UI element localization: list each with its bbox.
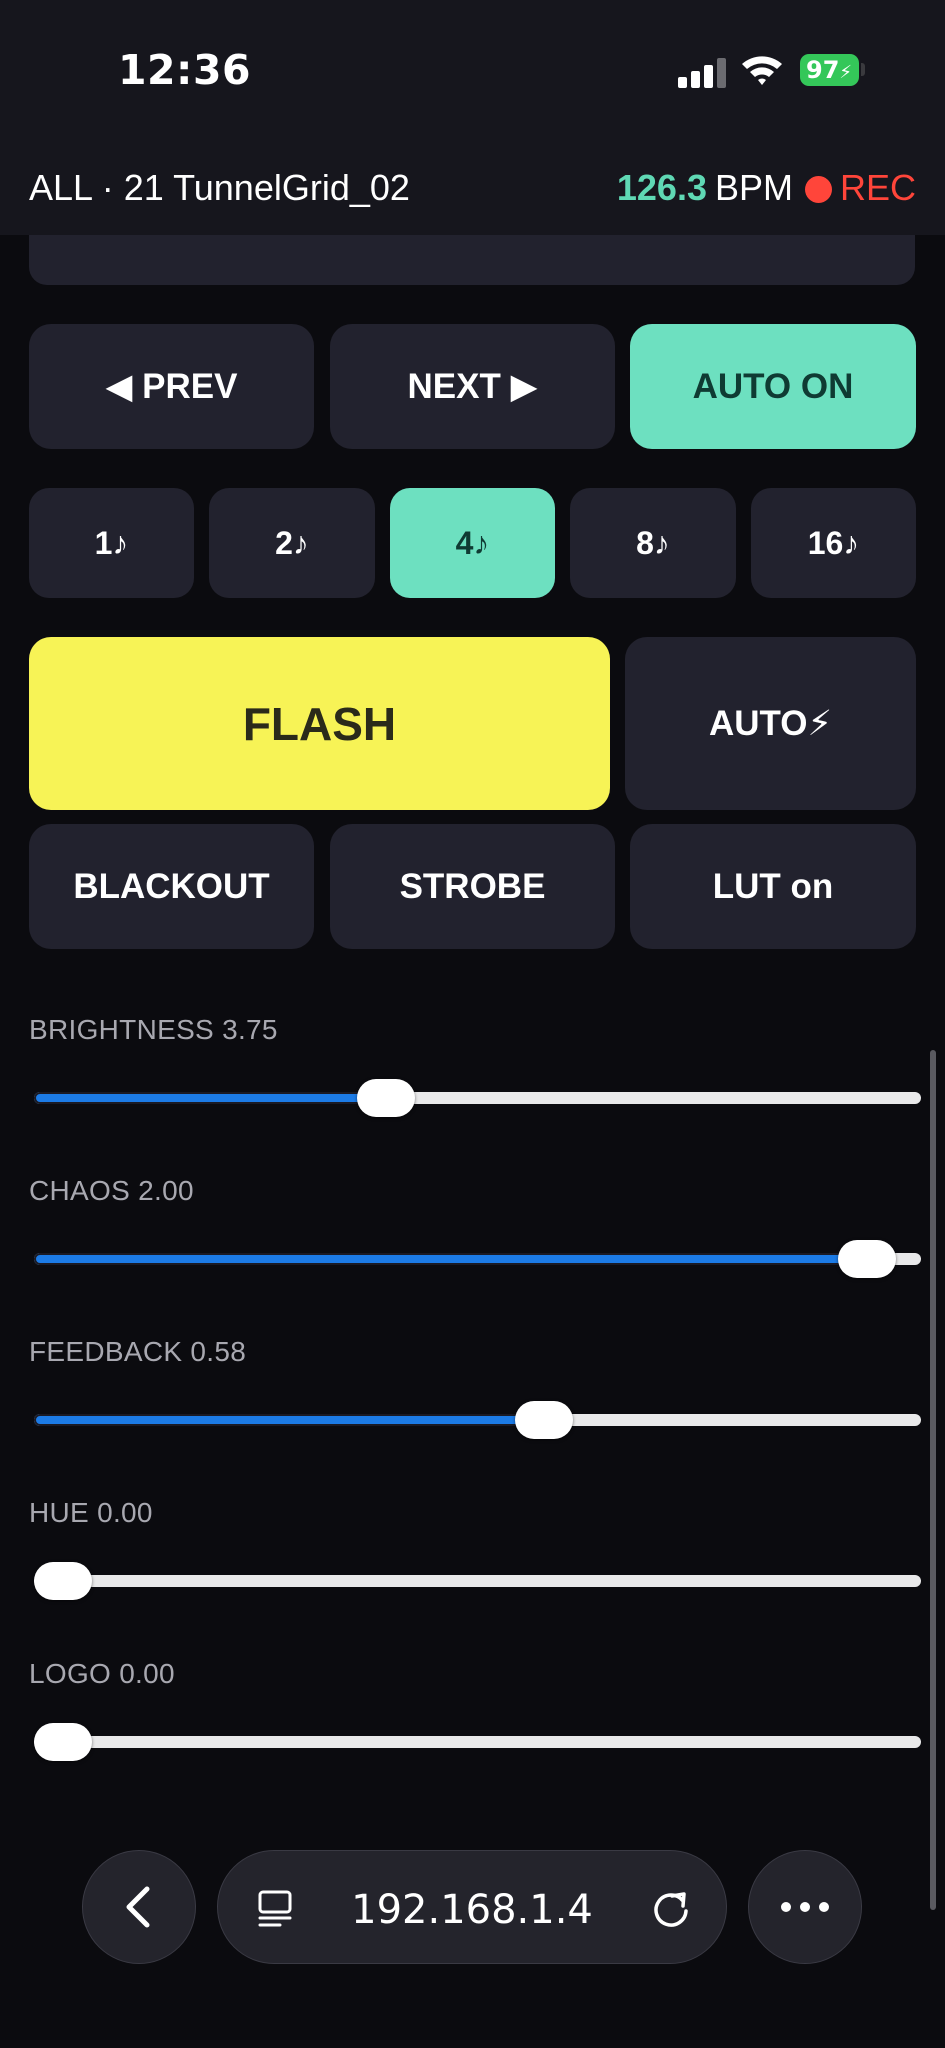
battery-charging-icon: 97⚡ [800,54,859,86]
slider-fill [34,1253,868,1265]
logo-label: LOGO 0.00 [29,1658,175,1689]
feedback-slider[interactable] [34,1401,921,1439]
wifi-icon [742,56,782,85]
slider-thumb[interactable] [514,1401,573,1439]
slider-fill [34,1414,544,1426]
status-time: 12:36 [118,46,252,94]
division-1-button[interactable]: 1♪ [29,488,194,598]
brightness-slider[interactable] [34,1079,921,1117]
division-2-button[interactable]: 2♪ [209,488,375,598]
next-button[interactable]: NEXT ▶ [330,324,615,449]
record-dot-icon [804,176,832,203]
bpm-unit: BPM [714,167,793,208]
scene-title: ALL · 21 TunnelGrid_02 [29,167,410,208]
status-bar: 12:36 97⚡ [0,0,945,135]
rec-label[interactable]: REC [840,167,916,208]
logo-slider[interactable] [34,1723,921,1761]
flash-button[interactable]: FLASH [29,637,610,810]
app-header: ALL · 21 TunnelGrid_02 126.3 BPM REC [0,135,945,235]
prev-button[interactable]: ◀ PREV [29,324,314,449]
division-8-button[interactable]: 8♪ [570,488,736,598]
battery-tip [861,63,865,76]
scrolled-panel-edge [29,235,915,285]
bpm-value: 126.3 [616,167,707,208]
blackout-button[interactable]: BLACKOUT [29,824,314,949]
brightness-label: BRIGHTNESS 3.75 [29,1014,278,1045]
address-bar[interactable]: 192.168.1.4 [217,1850,727,1964]
page-scrollbar[interactable] [930,1050,936,1910]
auto-on-button[interactable]: AUTO ON [630,324,916,449]
hue-label: HUE 0.00 [29,1497,153,1528]
feedback-label: FEEDBACK 0.58 [29,1336,247,1367]
back-button[interactable] [82,1850,196,1964]
slider-thumb[interactable] [34,1562,92,1600]
slider-fill [34,1092,387,1104]
slider-thumb[interactable] [357,1079,416,1117]
cellular-signal-icon [678,58,726,88]
back-icon [126,1886,150,1928]
hue-slider[interactable] [34,1562,921,1600]
reload-icon[interactable] [650,1887,692,1929]
slider-thumb[interactable] [34,1723,92,1761]
more-icon [781,1902,829,1912]
division-4-button[interactable]: 4♪ [390,488,555,598]
strobe-button[interactable]: STROBE [330,824,615,949]
slider-thumb[interactable] [838,1240,897,1278]
battery-level: 97 [806,56,840,84]
lut-button[interactable]: LUT on [630,824,916,949]
chaos-label: CHAOS 2.00 [29,1175,194,1206]
division-16-button[interactable]: 16♪ [751,488,916,598]
more-button[interactable] [748,1850,862,1964]
chaos-slider[interactable] [34,1240,921,1278]
tempo-status: 126.3 BPM REC [617,167,916,209]
auto-flash-button[interactable]: AUTO⚡ [625,637,916,810]
